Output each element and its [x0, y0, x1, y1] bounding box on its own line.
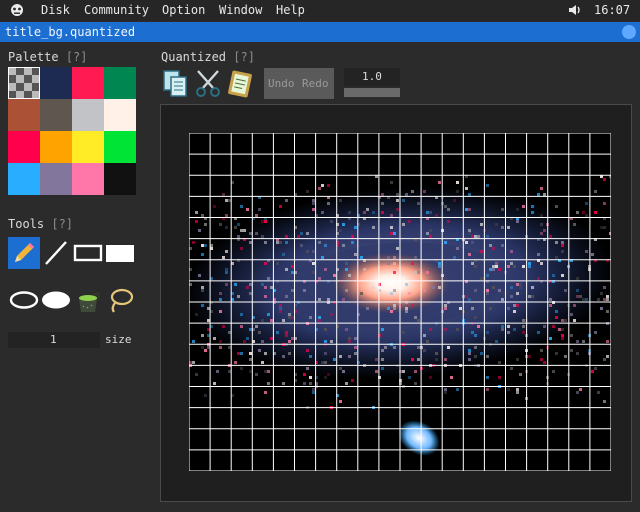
lasso-tool-icon[interactable] [104, 284, 136, 316]
palette-swatch[interactable] [72, 99, 104, 131]
redo-button[interactable]: Redo [302, 77, 329, 90]
menu-window[interactable]: Window [219, 3, 262, 17]
tools-help-link[interactable]: [?] [51, 217, 73, 231]
palette-grid [8, 67, 136, 195]
palette-swatch[interactable] [8, 67, 40, 99]
quantized-image-canvas[interactable] [184, 132, 614, 472]
palette-swatch[interactable] [104, 67, 136, 99]
zoom-field[interactable]: 1.0 [344, 68, 400, 86]
quantized-help-link[interactable]: [?] [233, 50, 255, 64]
menu-option[interactable]: Option [162, 3, 205, 17]
brush-size-label: size [105, 333, 132, 346]
window-close-button[interactable] [622, 25, 636, 39]
palette-help-link[interactable]: [?] [66, 50, 88, 64]
cut-scissors-icon[interactable] [192, 67, 224, 99]
palette-swatch[interactable] [104, 131, 136, 163]
palette-swatch[interactable] [72, 163, 104, 195]
palette-swatch[interactable] [8, 99, 40, 131]
menu-community[interactable]: Community [84, 3, 149, 17]
ellipse-fill-tool-icon[interactable] [40, 284, 72, 316]
line-tool-icon[interactable] [40, 237, 72, 269]
volume-icon[interactable] [568, 3, 582, 17]
zoom-value: 1.0 [362, 70, 382, 83]
clock: 16:07 [594, 3, 631, 17]
palette-swatch[interactable] [40, 67, 72, 99]
quantized-title: Quantized [?] [161, 50, 255, 64]
palette-swatch[interactable] [104, 163, 136, 195]
paste-clipboard-icon[interactable] [224, 67, 256, 99]
pencil-tool-button[interactable] [8, 237, 40, 269]
palette-swatch[interactable] [72, 67, 104, 99]
rectangle-fill-tool-icon[interactable] [104, 237, 136, 269]
palette-swatch[interactable] [8, 163, 40, 195]
palette-swatch[interactable] [8, 131, 40, 163]
menu-help[interactable]: Help [276, 3, 305, 17]
palette-swatch[interactable] [40, 131, 72, 163]
undo-redo-group: Undo Redo [264, 68, 334, 99]
menu-bar: Disk Community Option Window Help 16:07 [0, 0, 640, 21]
window-title-bar[interactable]: title_bg.quantized [0, 22, 640, 42]
copy-icon[interactable] [160, 67, 192, 99]
palette-swatch[interactable] [104, 99, 136, 131]
galaxy-image [184, 132, 614, 472]
palette-swatch[interactable] [40, 163, 72, 195]
palette-swatch[interactable] [40, 99, 72, 131]
rectangle-outline-tool-icon[interactable] [72, 237, 104, 269]
brush-size-value: 1 [50, 333, 57, 346]
app-logo-icon[interactable] [10, 3, 24, 17]
palette-swatch[interactable] [72, 131, 104, 163]
brush-size-input[interactable]: 1 [8, 332, 100, 348]
paint-bucket-tool-icon[interactable] [72, 284, 104, 316]
ellipse-outline-tool-icon[interactable] [8, 284, 40, 316]
undo-button[interactable]: Undo [268, 77, 295, 90]
window-title: title_bg.quantized [5, 25, 136, 39]
zoom-slider[interactable] [344, 88, 400, 97]
tools-title: Tools [?] [8, 217, 74, 231]
pencil-icon [15, 243, 34, 262]
menu-disk[interactable]: Disk [41, 3, 70, 17]
palette-title: Palette [?] [8, 50, 88, 64]
